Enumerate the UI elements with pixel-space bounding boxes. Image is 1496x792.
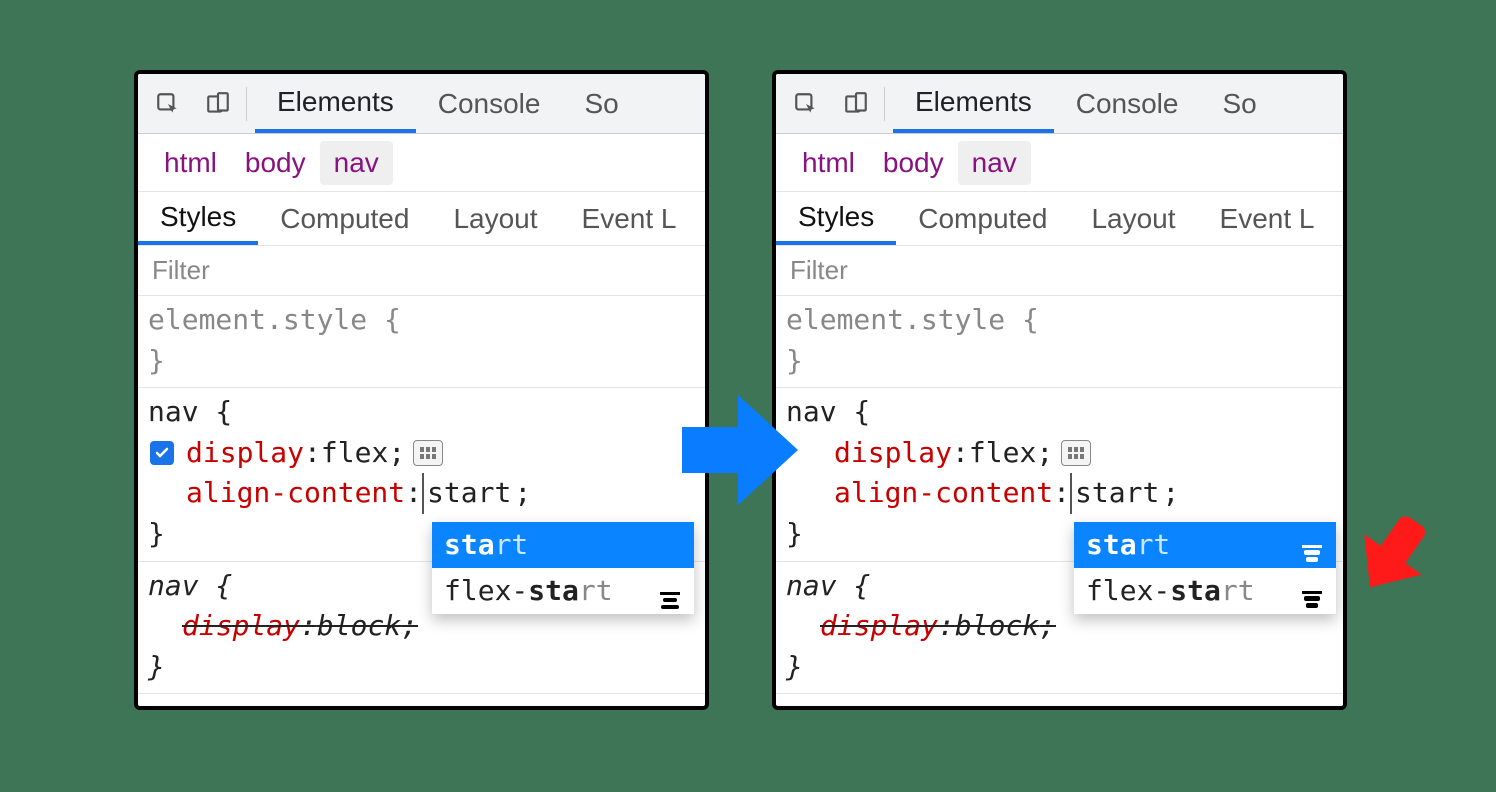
- close-brace: }: [786, 647, 1333, 688]
- devtools-toolbar: Elements Console So: [138, 74, 705, 134]
- val-display[interactable]: flex: [321, 433, 388, 474]
- tab-styles[interactable]: Styles: [776, 192, 896, 245]
- align-start-icon: [1300, 535, 1324, 555]
- selector-element-style: element.style {: [148, 300, 695, 341]
- rule-element-style[interactable]: element.style { }: [776, 296, 1343, 388]
- close-brace: }: [148, 647, 695, 688]
- val-align-content[interactable]: start: [1070, 473, 1162, 514]
- tab-computed[interactable]: Computed: [258, 192, 431, 245]
- filter-input[interactable]: Filter: [138, 246, 705, 296]
- autocomplete-item-start[interactable]: start: [432, 522, 694, 568]
- crumb-nav[interactable]: nav: [958, 141, 1031, 185]
- autocomplete-item-flex-start[interactable]: flex-start: [432, 568, 694, 614]
- breadcrumb: html body nav: [776, 134, 1343, 192]
- tab-elements[interactable]: Elements: [255, 74, 416, 133]
- selector-nav: nav {: [786, 392, 1333, 433]
- close-brace: }: [786, 341, 1333, 382]
- tab-console[interactable]: Console: [416, 74, 563, 133]
- rule-element-style[interactable]: element.style { }: [138, 296, 705, 388]
- callout-arrow-icon: [1340, 500, 1440, 605]
- crumb-body[interactable]: body: [231, 141, 320, 185]
- autocomplete-popup: start flex-start: [1074, 522, 1336, 614]
- tab-console[interactable]: Console: [1054, 74, 1201, 133]
- close-brace: }: [148, 341, 695, 382]
- prop-align-content: align-content: [186, 473, 405, 514]
- flex-editor-icon[interactable]: [1061, 440, 1091, 466]
- inspect-icon[interactable]: [786, 84, 826, 124]
- inspect-icon[interactable]: [148, 84, 188, 124]
- crumb-body[interactable]: body: [869, 141, 958, 185]
- device-toggle-icon[interactable]: [836, 84, 876, 124]
- toolbar-divider: [884, 87, 885, 121]
- tab-layout[interactable]: Layout: [1069, 192, 1197, 245]
- checkbox-icon[interactable]: [150, 441, 174, 465]
- rule-nav[interactable]: nav { display: flex; align-content: star…: [776, 388, 1343, 561]
- crumb-nav[interactable]: nav: [320, 141, 393, 185]
- tab-events[interactable]: Event L: [1198, 192, 1337, 245]
- breadcrumb: html body nav: [138, 134, 705, 192]
- styles-pane: element.style { } nav { display: flex; a…: [776, 296, 1343, 694]
- selector-nav: nav {: [148, 392, 695, 433]
- val-display[interactable]: flex: [969, 433, 1036, 474]
- decl-display[interactable]: display: flex;: [148, 433, 695, 474]
- selector-element-style: element.style {: [786, 300, 1333, 341]
- devtools-panel-after: Elements Console So html body nav Styles…: [772, 70, 1347, 710]
- devtools-toolbar: Elements Console So: [776, 74, 1343, 134]
- decl-align-content[interactable]: align-content: start;: [786, 473, 1333, 514]
- autocomplete-item-flex-start[interactable]: flex-start: [1074, 568, 1336, 614]
- toolbar-divider: [246, 87, 247, 121]
- styles-tabs: Styles Computed Layout Event L: [138, 192, 705, 246]
- flex-editor-icon[interactable]: [413, 440, 443, 466]
- tab-styles[interactable]: Styles: [138, 192, 258, 245]
- autocomplete-item-start[interactable]: start: [1074, 522, 1336, 568]
- device-toggle-icon[interactable]: [198, 84, 238, 124]
- devtools-panel-before: Elements Console So html body nav Styles…: [134, 70, 709, 710]
- tab-events[interactable]: Event L: [560, 192, 699, 245]
- decl-align-content[interactable]: align-content: start;: [148, 473, 695, 514]
- rule-nav[interactable]: nav { display: flex; align-content: star…: [138, 388, 705, 561]
- decl-display[interactable]: display: flex;: [786, 433, 1333, 474]
- devtools-tabs: Elements Console So: [893, 74, 1279, 133]
- crumb-html[interactable]: html: [788, 141, 869, 185]
- tab-sources[interactable]: So: [562, 74, 640, 133]
- val-align-content[interactable]: start: [422, 473, 514, 514]
- devtools-tabs: Elements Console So: [255, 74, 641, 133]
- tab-layout[interactable]: Layout: [431, 192, 559, 245]
- tab-computed[interactable]: Computed: [896, 192, 1069, 245]
- align-flex-start-icon: [1300, 581, 1324, 601]
- styles-pane: element.style { } nav { display: flex; a…: [138, 296, 705, 694]
- prop-display: display: [186, 433, 304, 474]
- tab-sources[interactable]: So: [1200, 74, 1278, 133]
- prop-display: display: [834, 433, 952, 474]
- crumb-html[interactable]: html: [150, 141, 231, 185]
- prop-align-content: align-content: [834, 473, 1053, 514]
- autocomplete-popup: start flex-start: [432, 522, 694, 614]
- filter-input[interactable]: Filter: [776, 246, 1343, 296]
- tab-elements[interactable]: Elements: [893, 74, 1054, 133]
- align-icon: [658, 581, 682, 601]
- styles-tabs: Styles Computed Layout Event L: [776, 192, 1343, 246]
